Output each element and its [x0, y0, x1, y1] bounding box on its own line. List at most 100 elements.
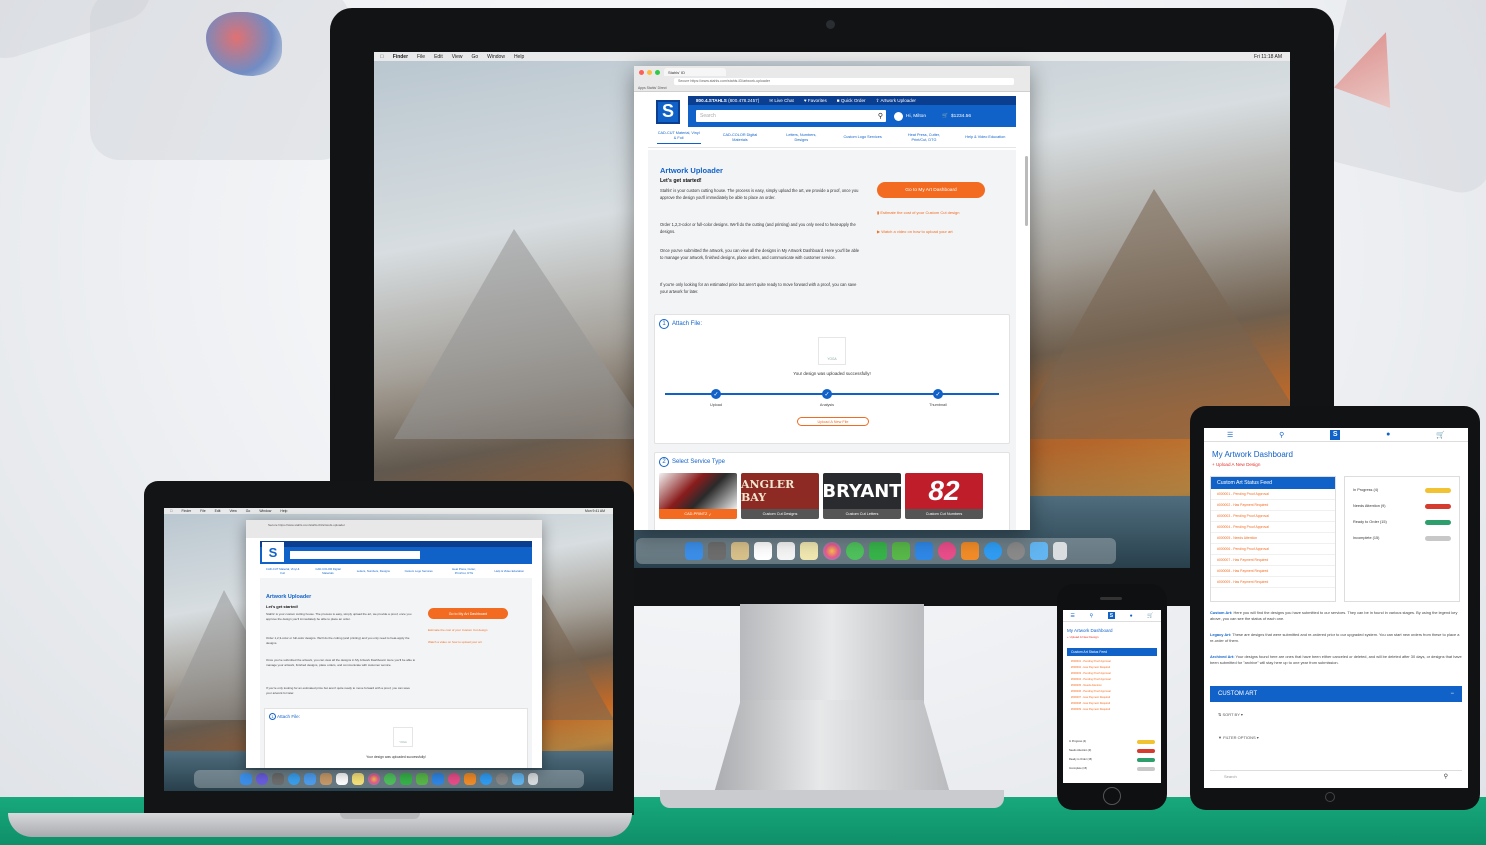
collapse-icon[interactable]: − — [1450, 691, 1454, 697]
browser-tab[interactable]: Stahls' ID — [664, 68, 726, 76]
feed-item[interactable]: #000009 - Has Payment Required — [1211, 577, 1335, 588]
feed-item[interactable]: #000008 - Has Payment Required — [1071, 702, 1110, 705]
safari-icon[interactable] — [288, 773, 300, 785]
feed-item[interactable]: #000006 - Pending Proof Approval — [1071, 690, 1111, 693]
keynote-icon[interactable] — [432, 773, 444, 785]
notes-icon[interactable] — [352, 773, 364, 785]
service-cad-printz[interactable]: CAD-PRINTZ ✓ — [659, 473, 737, 519]
menu-finder[interactable]: Finder — [182, 509, 192, 513]
itunes-icon[interactable] — [938, 542, 956, 560]
upload-new-file-button[interactable]: Upload A New File — [797, 417, 869, 426]
stahls-logo[interactable]: S — [648, 96, 688, 127]
feed-item[interactable]: #000007 - Has Payment Required — [1211, 555, 1335, 566]
estimate-link[interactable]: ▮ Estimate the cost of your Custom Cut d… — [877, 210, 959, 215]
macbook-address-bar[interactable]: Secure https://www.stahls.com/stahls-ID/… — [268, 523, 345, 527]
custom-art-section-header[interactable]: CUSTOM ART − — [1210, 686, 1462, 702]
feed-item[interactable]: #000005 - Needs Attention — [1071, 684, 1102, 687]
menu-go[interactable]: Go — [246, 509, 251, 513]
menu-file[interactable]: File — [200, 509, 205, 513]
feed-item[interactable]: #000001 - Pending Proof Approval — [1071, 660, 1111, 663]
ibooks-icon[interactable] — [961, 542, 979, 560]
menu-edit[interactable]: Edit — [434, 54, 443, 60]
launchpad-icon[interactable] — [708, 542, 726, 560]
upload-new-design-link[interactable]: + Upload A New Design — [1067, 635, 1099, 639]
nav-help-video[interactable]: Help & Video Education — [492, 569, 526, 573]
facetime-icon[interactable] — [869, 542, 887, 560]
user-icon[interactable]: ● — [1386, 431, 1390, 438]
upload-new-design-link[interactable]: + Upload A New Design — [1212, 462, 1260, 467]
keynote-icon[interactable] — [915, 542, 933, 560]
nav-cad-cut[interactable]: CAD-CUT Material, Vinyl & Foil — [656, 131, 701, 144]
nav-letters-numbers[interactable]: Letters, Numbers, Designs — [356, 569, 390, 573]
stickies-icon[interactable] — [800, 542, 818, 560]
zoom-window-button[interactable] — [655, 70, 660, 75]
photos-icon[interactable] — [823, 542, 841, 560]
menu-help[interactable]: Help — [514, 54, 524, 60]
cart-icon[interactable]: 🛒 — [1436, 431, 1445, 439]
iphone-home-button[interactable] — [1103, 787, 1121, 805]
close-window-button[interactable] — [639, 70, 644, 75]
service-custom-cut-designs[interactable]: ANGLER BAY Custom Cut Designs — [741, 473, 819, 519]
finder-icon[interactable] — [685, 542, 703, 560]
reminders-icon[interactable] — [777, 542, 795, 560]
sort-by-control[interactable]: ⇅ SORT BY ▾ — [1218, 712, 1243, 717]
artwork-uploader-link[interactable]: ⇧ Artwork Uploader — [876, 98, 916, 104]
system-preferences-icon[interactable] — [1007, 542, 1025, 560]
cart-button[interactable]: 🛒 $1234.56 — [942, 114, 971, 119]
search-icon[interactable]: ⚲ — [1090, 613, 1094, 619]
folder-icon[interactable] — [1030, 542, 1048, 560]
feed-item[interactable]: #000002 - Has Payment Required — [1211, 500, 1335, 511]
uploaded-artwork-thumbnail[interactable]: YOGA — [818, 337, 846, 365]
menu-view[interactable]: View — [452, 54, 463, 60]
search-icon[interactable]: ⚲ — [1444, 773, 1448, 780]
search-icon[interactable]: ⚲ — [1279, 431, 1284, 439]
estimate-link[interactable]: Estimate the cost of your Custom Cut des… — [428, 628, 487, 632]
cart-icon[interactable]: 🛒 — [1147, 613, 1153, 619]
dashboard-search-input[interactable]: Search ⚲ — [1210, 770, 1462, 782]
system-preferences-icon[interactable] — [496, 773, 508, 785]
feed-item[interactable]: #000008 - Has Payment Required — [1211, 566, 1335, 577]
macbook-search-input[interactable] — [290, 551, 420, 559]
nav-help-video[interactable]: Help & Video Education — [963, 135, 1007, 140]
bookmarks-bar[interactable]: Apps Stahls' Direct — [638, 86, 667, 90]
feed-item[interactable]: #000004 - Pending Proof Approval — [1211, 522, 1335, 533]
nav-cad-color[interactable]: CAD-COLOR Digital Materials — [718, 133, 762, 143]
account-menu[interactable]: Hi, Milton — [894, 111, 926, 121]
menu-go[interactable]: Go — [471, 54, 478, 60]
feed-item[interactable]: #000004 - Pending Proof Approval — [1071, 678, 1111, 681]
photos-icon[interactable] — [368, 773, 380, 785]
phone-number[interactable]: 800.4.STAHLS (800.478.2457) — [696, 98, 759, 103]
video-link[interactable]: Watch a video on how to upload your art — [428, 640, 482, 644]
browser-scrollbar[interactable] — [1025, 156, 1028, 226]
nav-letters-numbers[interactable]: Letters, Numbers, Designs — [779, 133, 823, 143]
messages-icon[interactable] — [846, 542, 864, 560]
feed-item[interactable]: #000003 - Pending Proof Approval — [1071, 672, 1111, 675]
feed-item[interactable]: #000003 - Pending Proof Approval — [1211, 511, 1335, 522]
address-bar[interactable]: Secure https://www.stahls.com/stahls-ID/… — [674, 78, 1014, 85]
feed-item[interactable]: #000002 - Has Payment Required — [1071, 666, 1110, 669]
app-store-icon[interactable] — [480, 773, 492, 785]
nav-heat-press[interactable]: Heat Press, Cutter, Print/Cut, DTG — [902, 133, 946, 143]
menu-window[interactable]: Window — [487, 54, 505, 60]
notes-icon[interactable] — [731, 542, 749, 560]
numbers-icon[interactable] — [892, 542, 910, 560]
stahls-logo[interactable]: S — [1107, 612, 1115, 619]
menu-finder[interactable]: Finder — [393, 54, 408, 60]
folder-icon[interactable] — [512, 773, 524, 785]
stahls-logo[interactable]: S — [1330, 429, 1341, 440]
menu-help[interactable]: Help — [280, 509, 287, 513]
menu-icon[interactable]: ☰ — [1070, 613, 1074, 619]
minimize-window-button[interactable] — [647, 70, 652, 75]
service-custom-cut-numbers[interactable]: 82 Custom Cut Numbers — [905, 473, 983, 519]
finder-icon[interactable] — [240, 773, 252, 785]
service-custom-cut-letters[interactable]: BRYANT Custom Cut Letters — [823, 473, 901, 519]
ibooks-icon[interactable] — [464, 773, 476, 785]
menu-view[interactable]: View — [229, 509, 236, 513]
go-to-dashboard-button[interactable]: Go to My Art Dashboard — [877, 182, 985, 198]
nav-heat-press[interactable]: Heat Press, Cutter, Print/Cut, DTG — [447, 567, 481, 575]
video-link[interactable]: ▶ Watch a video on how to upload your ar… — [877, 229, 953, 234]
mail-icon[interactable] — [304, 773, 316, 785]
app-store-icon[interactable] — [984, 542, 1002, 560]
uploaded-artwork-thumbnail[interactable]: YOGA — [393, 727, 413, 747]
numbers-icon[interactable] — [416, 773, 428, 785]
